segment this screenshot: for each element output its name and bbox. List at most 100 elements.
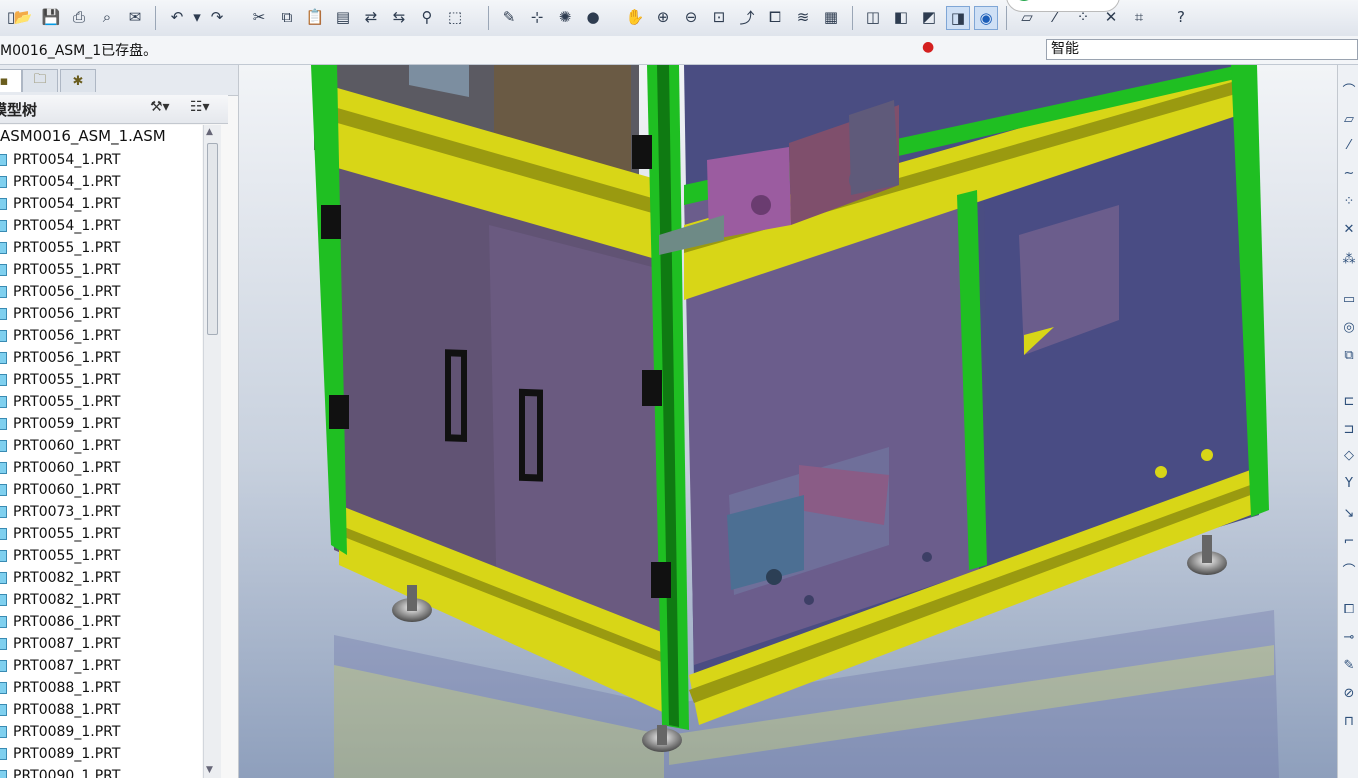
tree-item[interactable]: PRT0087_1.PRT xyxy=(0,655,120,677)
tree-item[interactable]: PRT0056_1.PRT xyxy=(0,281,120,303)
find-icon[interactable]: ⚲ xyxy=(416,6,438,28)
zoom-out-icon[interactable]: ⊖ xyxy=(680,6,702,28)
email-icon[interactable]: ✉ xyxy=(124,6,146,28)
dropdown-arrow-icon[interactable]: ▾ xyxy=(186,6,208,28)
tree-item[interactable]: PRT0089_1.PRT xyxy=(0,721,120,743)
tree-item[interactable]: PRT0059_1.PRT xyxy=(0,413,120,435)
print-icon[interactable]: ⎙ xyxy=(68,6,90,28)
sketch-icon[interactable]: ✎ xyxy=(498,6,520,28)
selection-filter-input[interactable] xyxy=(1046,39,1358,60)
draft-icon[interactable]: Y xyxy=(1341,475,1357,491)
tree-root-assembly[interactable]: ASM0016_ASM_1.ASM xyxy=(0,127,166,145)
coordinate-icon[interactable]: ✕ xyxy=(1341,221,1357,237)
tab-favorites[interactable]: ✱ xyxy=(60,69,96,92)
help-icon[interactable]: ? xyxy=(1170,6,1192,28)
save-icon[interactable]: 💾 xyxy=(40,6,62,28)
tree-item[interactable]: PRT0073_1.PRT xyxy=(0,501,120,523)
tree-settings-icon[interactable]: ⚒▾ xyxy=(150,99,170,115)
status-indicator-icon[interactable]: ● xyxy=(922,39,934,55)
scroll-thumb[interactable] xyxy=(207,143,218,335)
tree-item[interactable]: PRT0056_1.PRT xyxy=(0,347,120,369)
shading-icon[interactable]: ● xyxy=(582,6,604,28)
chamfer-icon[interactable]: ⌐ xyxy=(1341,533,1357,549)
tree-columns-icon[interactable]: ☷▾ xyxy=(190,99,210,115)
copy-feature-icon[interactable]: ⧠ xyxy=(1341,601,1357,617)
axis-icon[interactable]: ⁄ xyxy=(1341,137,1357,153)
wireframe-icon[interactable]: ◫ xyxy=(862,6,884,28)
tab-folder-browser[interactable]: 🗀 xyxy=(22,69,58,92)
plane-icon[interactable]: ▱ xyxy=(1341,111,1357,127)
extrude-icon[interactable]: ▭ xyxy=(1341,291,1357,307)
tree-item[interactable]: PRT0088_1.PRT xyxy=(0,677,120,699)
spin-center-icon[interactable]: ✺ xyxy=(554,6,576,28)
saved-views-icon[interactable]: ⧠ xyxy=(764,6,786,28)
copy-icon[interactable]: ⧉ xyxy=(276,6,298,28)
graphics-window[interactable] xyxy=(239,65,1337,778)
tree-item[interactable]: PRT0087_1.PRT xyxy=(0,633,120,655)
sketched-curve-icon[interactable]: ∼ xyxy=(1341,165,1357,181)
tree-item[interactable]: PRT0055_1.PRT xyxy=(0,237,120,259)
scroll-up-icon[interactable]: ▲ xyxy=(206,127,213,137)
tree-item[interactable]: PRT0056_1.PRT xyxy=(0,325,120,347)
tree-item[interactable]: PRT0090_1.PRT xyxy=(0,765,120,778)
sweep-icon[interactable]: ⧉ xyxy=(1341,347,1357,363)
view-manager-icon[interactable]: ▦ xyxy=(820,6,842,28)
shading-reflect-icon[interactable]: ◉ xyxy=(974,6,998,30)
refit-icon[interactable]: ⊡ xyxy=(708,6,730,28)
tree-item[interactable]: PRT0055_1.PRT xyxy=(0,369,120,391)
paste-icon[interactable]: 📋 xyxy=(304,6,326,28)
regenerate-manager-icon[interactable]: ⇆ xyxy=(388,6,410,28)
select-box-icon[interactable]: ⬚ xyxy=(444,6,466,28)
datum-icon[interactable]: ⊹ xyxy=(526,6,548,28)
tree-item[interactable]: PRT0082_1.PRT xyxy=(0,589,120,611)
regenerate-icon[interactable]: ⇄ xyxy=(360,6,382,28)
hole-icon[interactable]: ⊏ xyxy=(1341,393,1357,409)
tree-item[interactable]: PRT0054_1.PRT xyxy=(0,193,120,215)
pan-icon[interactable]: ✋ xyxy=(624,6,646,28)
trim-icon[interactable]: ⊘ xyxy=(1341,685,1357,701)
tree-item[interactable]: PRT0055_1.PRT xyxy=(0,545,120,567)
tree-item[interactable]: PRT0054_1.PRT xyxy=(0,149,120,171)
tree-item[interactable]: PRT0056_1.PRT xyxy=(0,303,120,325)
tree-item[interactable]: PRT0060_1.PRT xyxy=(0,457,120,479)
tree-item[interactable]: PRT0060_1.PRT xyxy=(0,479,120,501)
tree-item[interactable]: PRT0060_1.PRT xyxy=(0,435,120,457)
tree-item[interactable]: PRT0088_1.PRT xyxy=(0,699,120,721)
offset-icon[interactable]: ⁂ xyxy=(1341,251,1357,267)
annotations-icon[interactable]: ⌗ xyxy=(1128,6,1150,28)
no-hidden-icon[interactable]: ◩ xyxy=(918,6,940,28)
shell-icon[interactable]: ⊐ xyxy=(1341,421,1357,437)
tree-item[interactable]: PRT0082_1.PRT xyxy=(0,567,120,589)
tree-scrollbar[interactable]: ▲ ▼ xyxy=(203,125,221,778)
point-icon[interactable]: ⁘ xyxy=(1341,193,1357,209)
undo-icon[interactable]: ↶ xyxy=(166,6,188,28)
reorient-icon[interactable]: ⤴ xyxy=(736,6,758,28)
tree-item[interactable]: PRT0055_1.PRT xyxy=(0,523,120,545)
cut-icon[interactable]: ✂ xyxy=(248,6,270,28)
tree-item[interactable]: PRT0086_1.PRT xyxy=(0,611,120,633)
paste-special-icon[interactable]: ▤ xyxy=(332,6,354,28)
revolve-icon[interactable]: ◎ xyxy=(1341,319,1357,335)
redo-icon[interactable]: ↷ xyxy=(206,6,228,28)
tree-item[interactable]: PRT0089_1.PRT xyxy=(0,743,120,765)
tab-model-tree[interactable]: ▪ xyxy=(0,69,22,92)
rib-icon[interactable]: ◇ xyxy=(1341,447,1357,463)
hidden-line-icon[interactable]: ◧ xyxy=(890,6,912,28)
layers-icon[interactable]: ≋ xyxy=(792,6,814,28)
shading-edges-icon[interactable]: ◨ xyxy=(946,6,970,30)
zoom-in-icon[interactable]: ⊕ xyxy=(652,6,674,28)
tree-item[interactable]: PRT0054_1.PRT xyxy=(0,171,120,193)
curve-icon[interactable]: ⌒ xyxy=(1341,81,1357,99)
print-preview-icon[interactable]: ⌕ xyxy=(96,6,118,28)
tree-item[interactable]: PRT0055_1.PRT xyxy=(0,391,120,413)
merge-icon[interactable]: ✎ xyxy=(1341,657,1357,673)
pattern-icon[interactable]: ⌒ xyxy=(1341,561,1357,579)
extend-icon[interactable]: ⊓ xyxy=(1341,713,1357,729)
panel-sash[interactable] xyxy=(228,123,238,778)
open-icon[interactable]: 📂 xyxy=(12,6,34,28)
tree-item[interactable]: PRT0054_1.PRT xyxy=(0,215,120,237)
tree-item[interactable]: PRT0055_1.PRT xyxy=(0,259,120,281)
mirror-icon[interactable]: ⊸ xyxy=(1341,629,1357,645)
round-icon[interactable]: ↘ xyxy=(1341,505,1357,521)
scroll-down-icon[interactable]: ▼ xyxy=(206,765,213,775)
